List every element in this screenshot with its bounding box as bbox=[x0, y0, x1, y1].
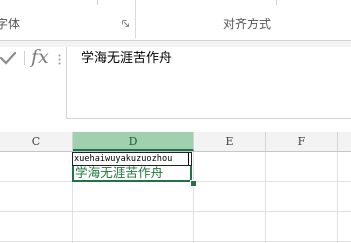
grid-line bbox=[193, 152, 194, 243]
grid-line bbox=[265, 152, 266, 243]
formula-tools: fx bbox=[0, 46, 66, 69]
column-header-d[interactable]: D bbox=[73, 132, 194, 151]
sheet-gap bbox=[0, 120, 351, 132]
tools-separator bbox=[24, 51, 25, 65]
grid-line bbox=[337, 152, 338, 243]
font-group-label: 字体 bbox=[0, 17, 21, 31]
text-caret bbox=[188, 153, 189, 165]
resize-handle-icon[interactable] bbox=[58, 54, 61, 65]
column-header-e[interactable]: E bbox=[194, 132, 266, 151]
ribbon-divider bbox=[97, 0, 98, 5]
formula-input[interactable]: 学海无涯苦作舟 bbox=[66, 47, 351, 119]
column-header-g[interactable] bbox=[338, 132, 351, 151]
alignment-group-label: 对齐方式 bbox=[223, 17, 272, 31]
group-separator bbox=[135, 0, 136, 38]
column-header-f[interactable]: F bbox=[266, 132, 338, 151]
grid-line bbox=[0, 241, 351, 242]
dialog-launcher-icon[interactable] bbox=[122, 20, 129, 27]
column-header-row: C D E F bbox=[0, 132, 351, 152]
column-header-c[interactable]: C bbox=[0, 132, 73, 151]
ribbon-divider bbox=[276, 0, 277, 5]
ime-composition-box: xuehaiwuyakuzuozhou bbox=[72, 152, 192, 166]
active-cell-text: 学海无涯苦作舟 bbox=[75, 165, 164, 180]
fill-handle[interactable] bbox=[190, 180, 197, 187]
checkmark-icon[interactable] bbox=[0, 50, 16, 66]
insert-function-icon[interactable]: fx bbox=[31, 46, 49, 68]
formula-bar: fx 学海无涯苦作舟 bbox=[0, 46, 351, 119]
formula-content: 学海无涯苦作舟 bbox=[81, 51, 173, 66]
ribbon: 字体 对齐方式 bbox=[0, 0, 351, 41]
grid-line bbox=[0, 211, 351, 212]
